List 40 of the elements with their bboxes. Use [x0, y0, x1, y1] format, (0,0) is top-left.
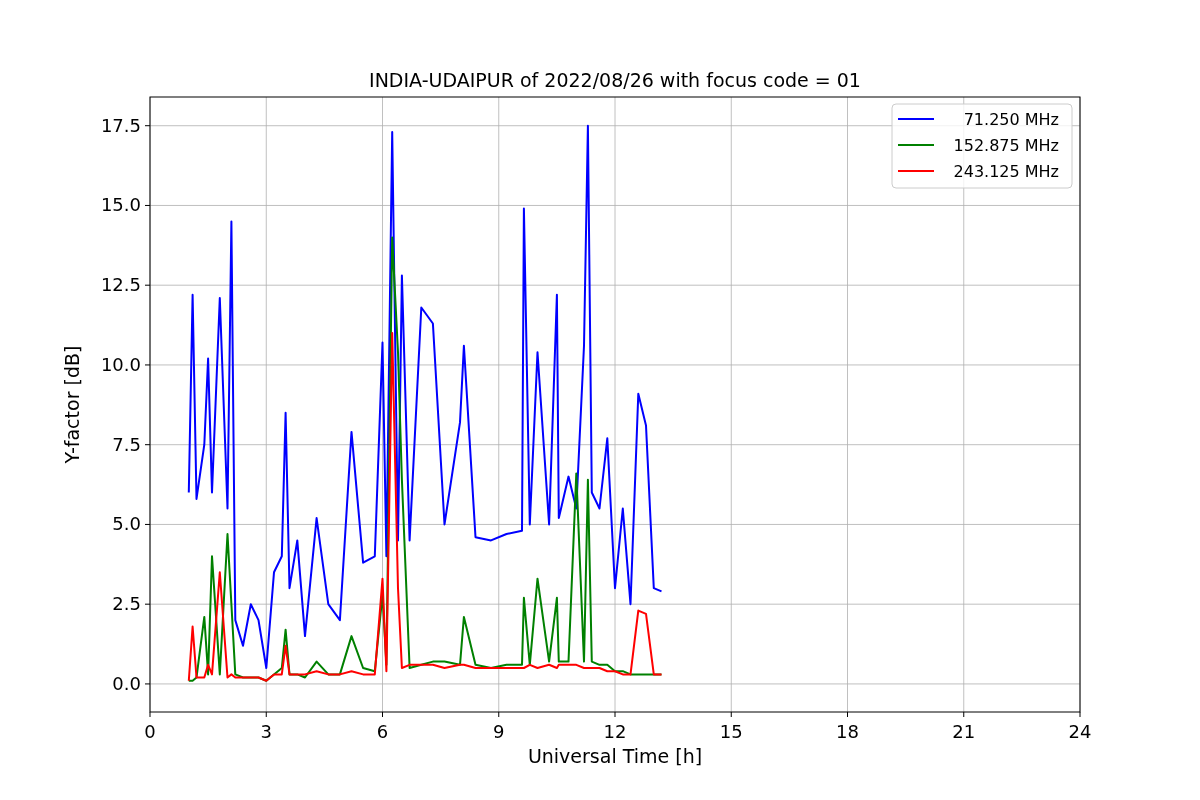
x-axis-label: Universal Time [h] [527, 745, 703, 767]
tick-label: 17.5 [100, 114, 141, 136]
tick-mark [847, 711, 848, 718]
tick-mark [144, 125, 151, 127]
tick-mark [144, 683, 151, 685]
tick-mark [149, 711, 151, 718]
legend-label: 71.250 MHz [963, 110, 1059, 129]
tick-label: 21 [952, 721, 976, 742]
tick-label: 10.0 [100, 353, 141, 375]
tick-label: 24 [1068, 721, 1092, 742]
tick-mark [144, 284, 151, 286]
tick-label: 5.0 [112, 513, 141, 535]
chart-title: INDIA-UDAIPUR of 2022/08/26 with focus code = 01 [369, 69, 861, 91]
tick-mark [144, 603, 151, 605]
tick-mark [1079, 711, 1081, 718]
tick-label: 15 [719, 721, 743, 742]
tick-mark [144, 204, 151, 206]
tick-label: 0 [144, 721, 156, 742]
tick-mark [144, 523, 151, 525]
tick-label: 3 [260, 721, 272, 742]
tick-mark [144, 444, 151, 446]
tick-label: 15.0 [100, 194, 141, 216]
tick-mark [144, 364, 151, 366]
tick-label: 12 [603, 721, 627, 742]
tick-mark [498, 711, 500, 718]
tick-label: 6 [376, 721, 389, 742]
tick-mark [614, 711, 616, 718]
y-axis-label: Y-factor [dB] [61, 345, 83, 464]
tick-mark [265, 711, 267, 718]
tick-mark [963, 711, 965, 718]
tick-label: 18 [836, 721, 859, 742]
legend-label: 152.875 MHz [953, 136, 1059, 155]
tick-label: 9 [493, 721, 505, 742]
tick-label: 7.5 [112, 433, 141, 455]
tick-label: 0.0 [112, 672, 141, 694]
tick-label: 12.5 [100, 274, 141, 296]
tick-mark [382, 711, 383, 718]
legend-label: 243.125 MHz [953, 162, 1059, 181]
tick-mark [730, 711, 732, 718]
tick-label: 2.5 [112, 593, 141, 615]
